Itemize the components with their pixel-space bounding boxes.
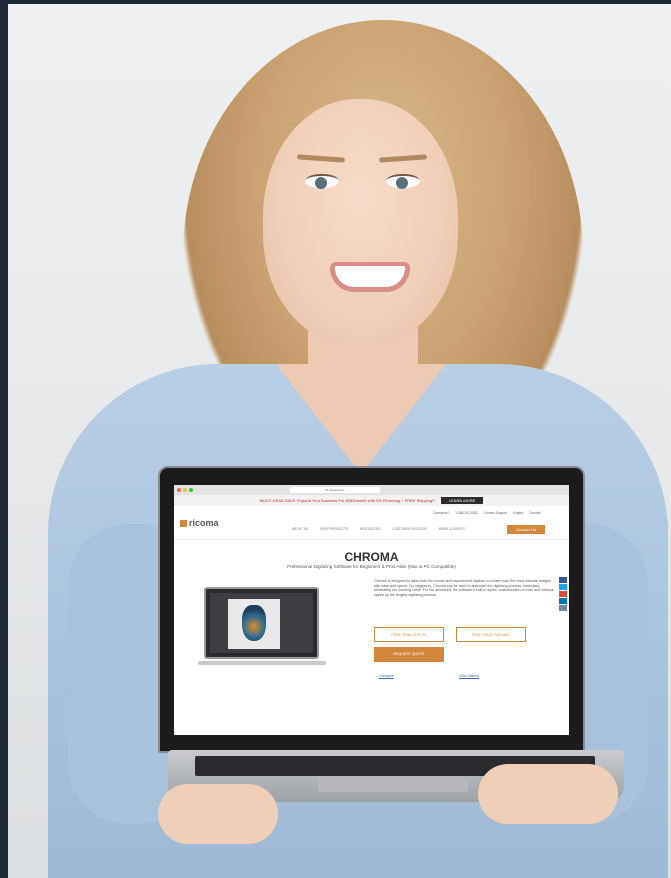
product-image [204,587,319,659]
menu-shop-products[interactable]: SHOP PRODUCTS [320,527,348,531]
right-eye [386,174,420,189]
face [263,99,458,344]
design-canvas [228,599,280,649]
menu-customer-success[interactable]: CUSTOMER SUCCESS [392,527,426,531]
software-screenshot [210,593,313,653]
contact-us-button[interactable]: Contact Us [507,525,545,534]
facebook-icon[interactable] [559,577,567,583]
twitter-icon[interactable] [559,584,567,590]
english-link[interactable]: English [513,511,523,515]
laptop-lid: dr.ricoma.com MULTI-HEAD SALE: Expand Yo… [158,466,585,753]
right-hand [478,764,618,824]
photo: dr.ricoma.com MULTI-HEAD SALE: Expand Yo… [8,4,671,878]
top-links: Questions? 1-888-292-6282 Contact Suppor… [433,511,541,515]
logo-mark-icon [180,520,187,528]
menu-about-us[interactable]: ABOUT US [292,527,308,531]
menu-news-events[interactable]: NEWS & EVENTS [439,527,465,531]
smile [330,262,410,292]
linkedin-icon[interactable] [559,598,567,604]
laptop-trackpad [318,778,468,792]
browser-toolbar: dr.ricoma.com [174,485,569,495]
learn-more-button[interactable]: LEARN MORE [440,497,484,504]
main-menu: ABOUT US SHOP PRODUCTS RESOURCES CUSTOME… [292,527,465,531]
email-icon[interactable] [559,605,567,611]
site-header: ricoma Questions? 1-888-292-6282 Contact… [174,506,569,540]
product-image-base [198,661,326,665]
google-plus-icon[interactable] [559,591,567,597]
phone-link[interactable]: 1-888-292-6282 [455,511,478,515]
address-bar[interactable]: dr.ricoma.com [290,487,380,493]
view-gallery-link[interactable]: View Gallery [459,674,479,678]
free-trial-mac-button[interactable]: FREE TRIAL FOR MAC [456,627,526,642]
close-icon[interactable] [177,488,181,492]
menu-resources[interactable]: RESOURCES [360,527,380,531]
page-title: CHROMA [344,550,399,564]
promo-bar: MULTI-HEAD SALE: Expand Your Business Fo… [174,495,569,506]
compare-link[interactable]: Compare [379,674,394,678]
request-quote-button[interactable]: REQUEST QUOTE [374,647,444,662]
questions-label: Questions? [433,511,450,515]
maximize-icon[interactable] [189,488,193,492]
product-section: Chroma is designed to allow both the nov… [174,569,569,719]
hamsa-design [242,605,266,641]
minimize-icon[interactable] [183,488,187,492]
left-eye [305,174,339,189]
free-trial-pc-button[interactable]: FREE TRIAL FOR PC [374,627,444,642]
product-description: Chroma is designed to allow both the nov… [374,579,554,597]
social-share-bar [559,577,567,611]
ricoma-logo[interactable]: ricoma [180,518,219,528]
left-hand [158,784,278,844]
promo-text: MULTI-HEAD SALE: Expand Your Business Fo… [259,498,435,503]
laptop-screen: dr.ricoma.com MULTI-HEAD SALE: Expand Yo… [174,485,569,735]
espanol-link[interactable]: Español [529,511,541,515]
contact-support-link[interactable]: Contact Support [484,511,507,515]
